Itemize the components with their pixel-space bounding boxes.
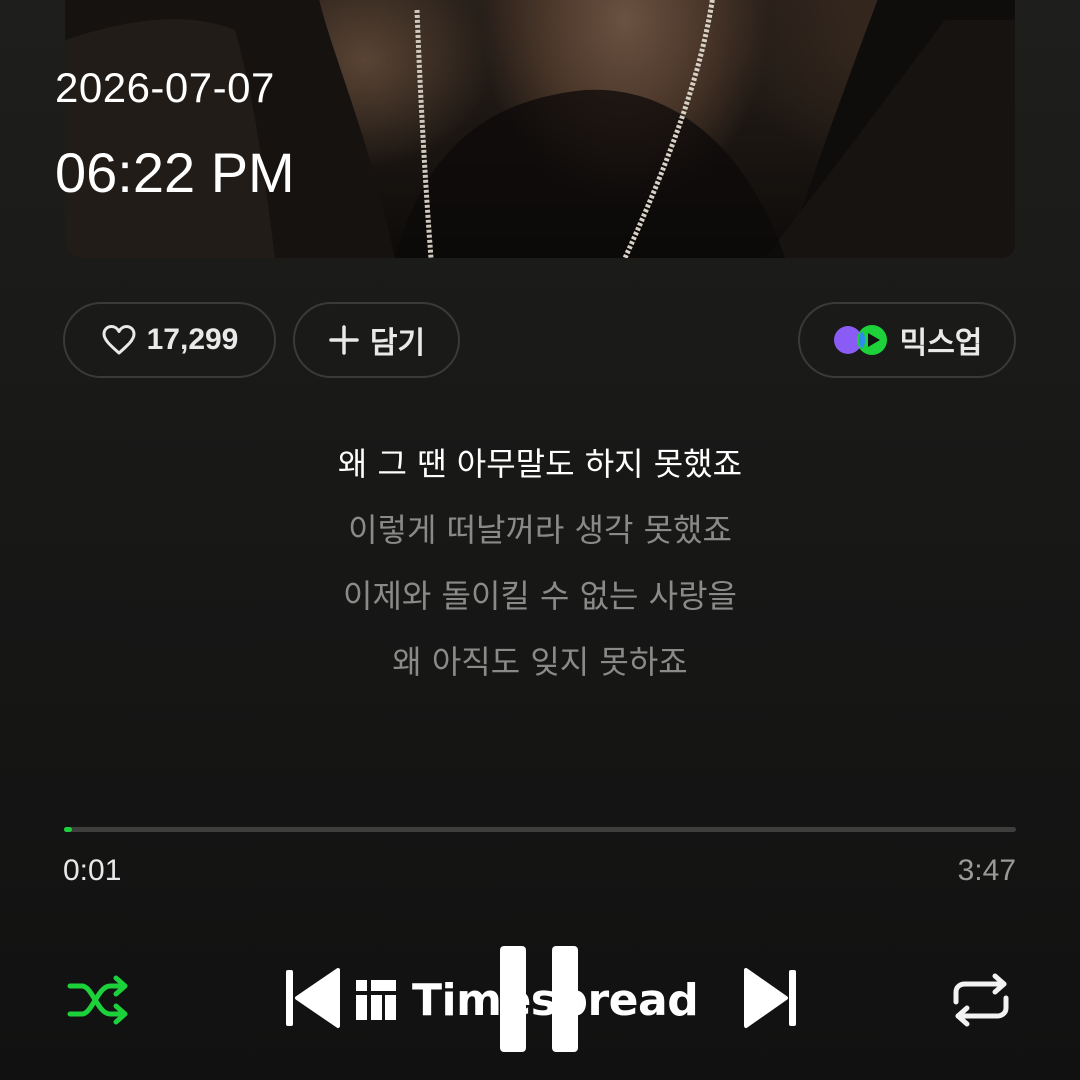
watermark: Timespread	[354, 972, 699, 1028]
lyric-line: 이렇게 떠날꺼라 생각 못했죠	[348, 511, 732, 549]
plus-icon	[328, 324, 360, 356]
datetime-overlay: 2026-07-07 06:22 PM	[55, 62, 295, 206]
lyric-line: 왜 아직도 잊지 못하죠	[392, 643, 688, 681]
lyrics-panel[interactable]: 왜 그 땐 아무말도 하지 못했죠 이렇게 떠날꺼라 생각 못했죠 이제와 돌이…	[0, 436, 1080, 700]
like-count: 17,299	[146, 323, 239, 356]
add-to-playlist-button[interactable]: 담기	[293, 302, 460, 378]
lyric-line: 이제와 돌이킬 수 없는 사랑을	[343, 577, 737, 615]
date-text: 2026-07-07	[55, 64, 275, 111]
add-label: 담기	[369, 327, 426, 360]
shuffle-button[interactable]	[66, 972, 132, 1028]
previous-button[interactable]	[283, 966, 341, 1030]
mixup-label: 믹스업	[899, 327, 983, 360]
heart-outline-icon	[101, 324, 137, 356]
timespread-logo-icon	[354, 978, 398, 1022]
next-icon	[744, 968, 796, 1028]
repeat-button[interactable]	[950, 972, 1012, 1028]
shuffle-icon	[67, 975, 128, 1025]
repeat-icon	[953, 973, 1009, 1027]
next-button[interactable]	[743, 966, 799, 1030]
time-text: 06:22 PM	[55, 141, 295, 204]
elapsed-time: 0:01	[63, 854, 122, 887]
mixup-button[interactable]: 믹스업	[798, 302, 1016, 378]
total-time: 3:47	[957, 854, 1016, 887]
mixup-logo-icon	[832, 323, 890, 357]
lyric-line-current: 왜 그 땐 아무말도 하지 못했죠	[337, 445, 743, 483]
previous-icon	[286, 968, 340, 1028]
progress-fill	[64, 827, 72, 832]
watermark-text: Timespread	[412, 974, 699, 1026]
progress-bar[interactable]	[64, 827, 1016, 832]
like-button[interactable]: 17,299	[63, 302, 276, 378]
